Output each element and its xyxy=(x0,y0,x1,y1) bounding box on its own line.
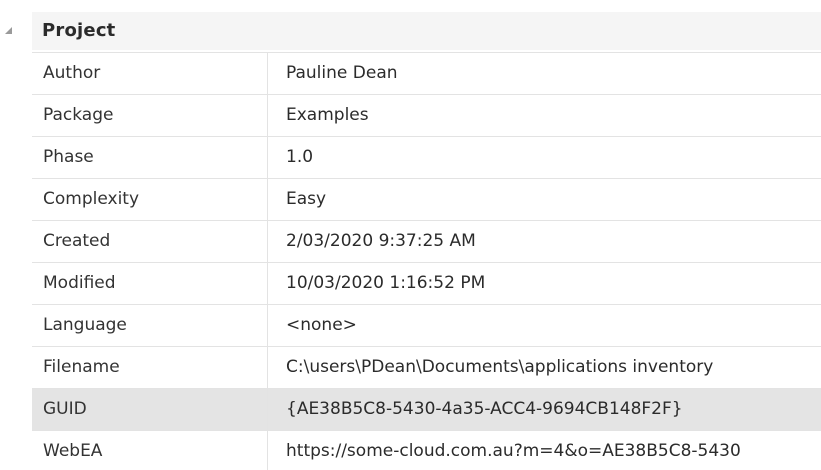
property-row-author[interactable]: Author Pauline Dean xyxy=(32,53,821,95)
property-value[interactable]: 10/03/2020 1:16:52 PM xyxy=(269,263,821,304)
collapse-triangle-icon[interactable] xyxy=(5,27,12,34)
property-name: Modified xyxy=(32,263,268,304)
property-value[interactable]: https://some-cloud.com.au?m=4&o=AE38B5C8… xyxy=(269,431,821,470)
property-name: Package xyxy=(32,95,268,136)
property-value[interactable]: Easy xyxy=(269,179,821,220)
section-header-project[interactable]: Project xyxy=(0,12,821,50)
property-value[interactable]: Pauline Dean xyxy=(269,53,821,94)
property-name: Author xyxy=(32,53,268,94)
property-row-package[interactable]: Package Examples xyxy=(32,95,821,137)
property-name: GUID xyxy=(32,389,268,430)
property-name: Language xyxy=(32,305,268,346)
property-row-phase[interactable]: Phase 1.0 xyxy=(32,137,821,179)
section-gutter xyxy=(0,52,32,470)
property-value[interactable]: {AE38B5C8-5430-4a35-ACC4-9694CB148F2F} xyxy=(269,389,821,430)
property-row-guid[interactable]: GUID {AE38B5C8-5430-4a35-ACC4-9694CB148F… xyxy=(32,389,821,431)
property-value[interactable]: Examples xyxy=(269,95,821,136)
property-value[interactable]: 2/03/2020 9:37:25 AM xyxy=(269,221,821,262)
section-title: Project xyxy=(42,20,116,41)
property-row-filename[interactable]: Filename C:\users\PDean\Documents\applic… xyxy=(32,347,821,389)
properties-panel: Project Author Pauline Dean Package Exam… xyxy=(0,0,821,470)
property-name: Filename xyxy=(32,347,268,388)
property-row-language[interactable]: Language <none> xyxy=(32,305,821,347)
property-row-webea[interactable]: WebEA https://some-cloud.com.au?m=4&o=AE… xyxy=(32,431,821,470)
property-value[interactable]: <none> xyxy=(269,305,821,346)
property-grid: Author Pauline Dean Package Examples Pha… xyxy=(32,52,821,470)
property-name: Phase xyxy=(32,137,268,178)
section-header-background xyxy=(32,12,821,50)
property-row-complexity[interactable]: Complexity Easy xyxy=(32,179,821,221)
property-name: WebEA xyxy=(32,431,268,470)
property-name: Complexity xyxy=(32,179,268,220)
property-value[interactable]: 1.0 xyxy=(269,137,821,178)
property-row-created[interactable]: Created 2/03/2020 9:37:25 AM xyxy=(32,221,821,263)
property-value[interactable]: C:\users\PDean\Documents\applications in… xyxy=(269,347,821,388)
property-name: Created xyxy=(32,221,268,262)
property-row-modified[interactable]: Modified 10/03/2020 1:16:52 PM xyxy=(32,263,821,305)
